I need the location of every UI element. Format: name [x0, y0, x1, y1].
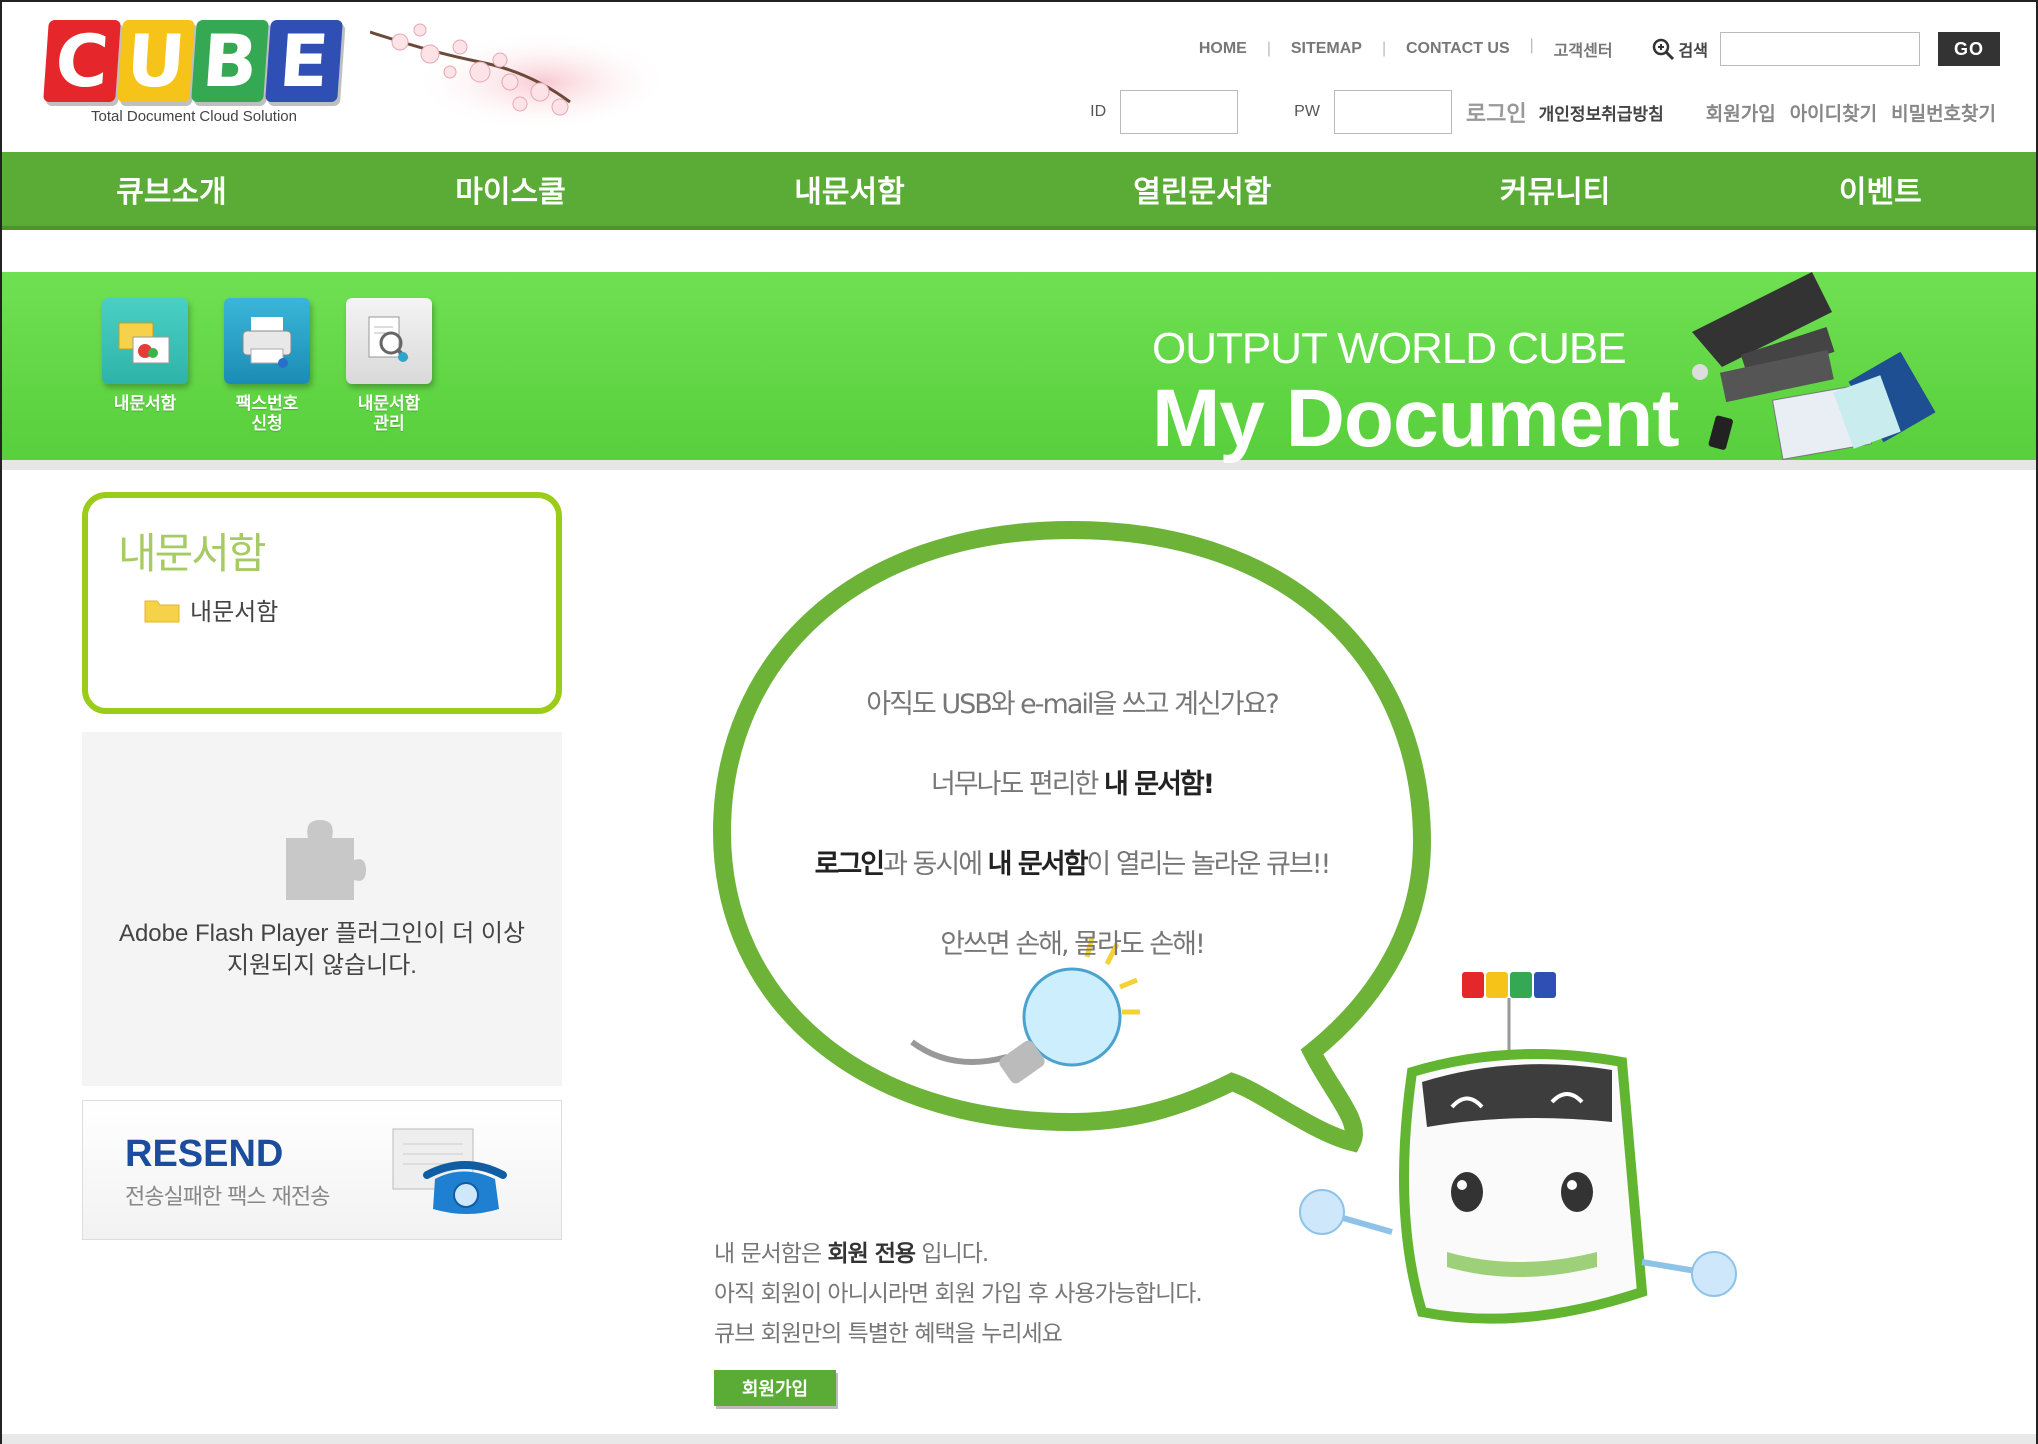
- search-go-button[interactable]: GO: [1938, 32, 2000, 66]
- logo-letter-b: B: [191, 19, 269, 103]
- fax-printer-icon: [242, 317, 292, 368]
- quick-item-label: 내문서함: [113, 394, 177, 414]
- flash-unsupported-message: Adobe Flash Player 플러그인이 더 이상 지원되지 않습니다.: [118, 920, 526, 979]
- desk-gadgets-illustration: [1692, 272, 1936, 460]
- quick-fax-number-request[interactable]: 팩스번호 신청: [222, 298, 312, 434]
- nav-my-documents[interactable]: 내문서함: [794, 167, 904, 211]
- quick-my-documents[interactable]: 내문서함: [100, 298, 190, 414]
- search-input[interactable]: [1720, 32, 1920, 66]
- resend-fax-banner[interactable]: RESEND 전송실패한 팩스 재전송: [82, 1100, 562, 1240]
- folder-icon-box: [102, 298, 188, 384]
- sitemap-link[interactable]: SITEMAP: [1267, 40, 1384, 58]
- member-line-1: 내 문서함은 회원 전용 입니다.: [714, 1234, 1202, 1274]
- my-document-banner: 내문서함 팩스번호 신청 내문서함 관리 OUTPUT WORLD CUBE M…: [2, 272, 2036, 470]
- folder-icon: [144, 600, 180, 622]
- nav-community[interactable]: 커뮤니티: [1500, 167, 1610, 211]
- cherry-blossom-decoration: [370, 23, 660, 127]
- login-button[interactable]: 로그인: [1466, 96, 1527, 128]
- sidebar-menu-box: 내문서함 내문서함: [82, 492, 562, 714]
- bubble-text: 과 동시에: [883, 849, 988, 880]
- document-search-icon: [368, 316, 409, 362]
- find-password-link[interactable]: 비밀번호찾기: [1891, 99, 1996, 126]
- join-button[interactable]: 회원가입: [714, 1370, 836, 1406]
- member-text: 내 문서함은: [714, 1241, 828, 1267]
- folder-icon: [118, 322, 170, 364]
- home-link[interactable]: HOME: [1177, 40, 1269, 58]
- document-search-icon-box: [346, 298, 432, 384]
- puzzle-piece-icon: [286, 820, 366, 900]
- find-id-link[interactable]: 아이디찾기: [1790, 99, 1877, 126]
- bubble-line-3: 로그인과 동시에 내 문서함이 열리는 놀라운 큐브!!: [702, 842, 1442, 881]
- nav-my-school[interactable]: 마이스쿨: [455, 167, 565, 211]
- footer-bar: [2, 1434, 2036, 1444]
- bubble-line-1: 아직도 USB와 e-mail을 쓰고 계신가요?: [866, 689, 1280, 720]
- main-nav: 큐브소개 마이스쿨 내문서함 열린문서함 커뮤니티 이벤트: [2, 152, 2036, 230]
- flash-plugin-placeholder: Adobe Flash Player 플러그인이 더 이상 지원되지 않습니다.: [82, 732, 562, 1086]
- bubble-text-bold: 내 문서함!: [1103, 769, 1215, 800]
- bubble-text-bold: 내 문서함: [987, 849, 1089, 880]
- banner-subtitle: OUTPUT WORLD CUBE: [1152, 324, 1627, 373]
- quick-item-label: 팩스번호 신청: [235, 394, 299, 434]
- customer-center-link[interactable]: 고객센터: [1530, 37, 1635, 61]
- nav-event[interactable]: 이벤트: [1839, 167, 1922, 211]
- bubble-text: 이 열리는 놀라운 큐브!!: [1086, 849, 1331, 880]
- sidebar-item-my-documents[interactable]: 내문서함: [144, 592, 278, 627]
- bubble-text: 너무나도 편리한: [930, 769, 1104, 800]
- search-area: 검색 GO: [1651, 32, 2000, 66]
- privacy-policy-link[interactable]: 개인정보취급방침: [1539, 100, 1664, 125]
- member-text-bold: 회원 전용: [827, 1241, 916, 1267]
- id-input[interactable]: [1120, 90, 1239, 134]
- quick-document-management[interactable]: 내문서함 관리: [344, 298, 434, 434]
- bubble-line-4: 안쓰면 손해, 몰라도 손해!: [940, 929, 1206, 960]
- top-utility-nav: HOME SITEMAP CONTACT US 고객센터 검색 GO: [1177, 32, 2000, 66]
- pw-label: PW: [1294, 103, 1320, 120]
- resend-subtitle: 전송실패한 팩스 재전송: [125, 1185, 330, 1210]
- nav-open-documents[interactable]: 열린문서함: [1133, 167, 1271, 211]
- nav-cube-intro[interactable]: 큐브소개: [116, 167, 226, 211]
- member-line-2: 아직 회원이 아니시라면 회원 가입 후 사용가능합니다.: [714, 1281, 1203, 1307]
- pw-input[interactable]: [1333, 90, 1452, 134]
- member-line-3: 큐브 회원만의 특별한 혜택을 누리세요: [714, 1321, 1063, 1347]
- signup-link[interactable]: 회원가입: [1706, 99, 1776, 126]
- search-label: 검색: [1678, 41, 1708, 60]
- logo-tagline: Total Document Cloud Solution: [91, 108, 297, 125]
- sidebar-title: 내문서함: [118, 529, 267, 578]
- logo-letter-u: U: [117, 19, 195, 103]
- bubble-text-bold: 로그인: [814, 849, 886, 880]
- mini-cube-logo: [1462, 972, 1556, 998]
- magnifier-plus-icon: [1652, 38, 1674, 61]
- cube-logo[interactable]: C U B E Total Document Cloud Solution: [43, 19, 346, 132]
- logo-letter-e: E: [265, 19, 343, 103]
- id-label: ID: [1090, 103, 1107, 120]
- quick-item-label: 내문서함 관리: [357, 394, 421, 434]
- contact-us-link[interactable]: CONTACT US: [1382, 40, 1532, 58]
- sidebar-item-label: 내문서함: [190, 598, 279, 626]
- member-only-notice: 내 문서함은 회원 전용 입니다. 아직 회원이 아니시라면 회원 가입 후 사…: [714, 1234, 1203, 1354]
- resend-title: RESEND: [125, 1133, 284, 1175]
- banner-title: My Document: [1152, 373, 1680, 464]
- login-row: ID PW 로그인 개인정보취급방침 회원가입 아이디찾기 비밀번호찾기: [1090, 90, 1996, 134]
- logo-letters: C U B E: [43, 19, 346, 103]
- fax-icon-box: [224, 298, 310, 384]
- fax-telephone-icon: [392, 1128, 507, 1214]
- bubble-line-2: 너무나도 편리한 내 문서함!: [702, 762, 1442, 801]
- page: C U B E Total Document Cloud Solution HO…: [0, 0, 2038, 1444]
- cube-robot-mascot: [1299, 972, 1737, 1324]
- logo-letter-c: C: [43, 19, 121, 103]
- member-text: 입니다.: [915, 1241, 989, 1267]
